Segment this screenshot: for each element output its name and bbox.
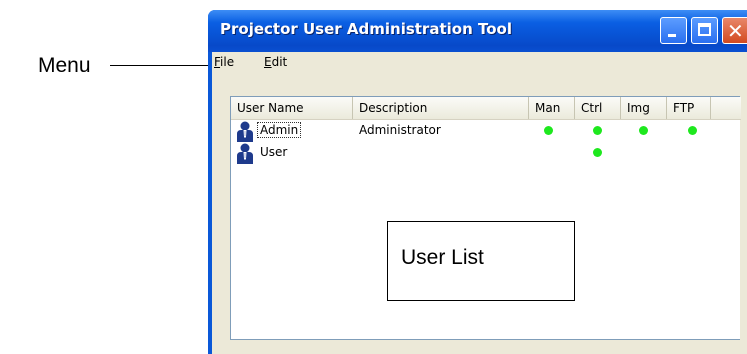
close-button[interactable]: ✕ xyxy=(722,17,747,44)
user-list-callout-label: User List xyxy=(401,246,484,269)
permission-man-indicator xyxy=(544,126,553,135)
permission-ctrl-indicator xyxy=(593,148,602,157)
user-name-cell: Admin xyxy=(256,122,302,138)
window-title: Projector User Administration Tool xyxy=(220,20,512,38)
close-icon: ✕ xyxy=(727,19,744,43)
list-header: User Name Description Man Ctrl Img FTP xyxy=(231,97,741,120)
column-header-img[interactable]: Img xyxy=(621,97,667,119)
menu-file[interactable]: File xyxy=(214,55,234,69)
menu-callout-label: Menu xyxy=(38,54,91,77)
description-cell: Administrator xyxy=(359,123,441,137)
column-header-ctrl[interactable]: Ctrl xyxy=(575,97,621,119)
user-name-cell: User xyxy=(260,145,288,159)
menu-file-label: ile xyxy=(220,55,235,69)
minimize-icon xyxy=(668,34,676,37)
menu-edit[interactable]: Edit xyxy=(264,55,287,69)
minimize-button[interactable] xyxy=(660,17,687,44)
menu-edit-mnemonic: E xyxy=(264,55,272,69)
column-header-man[interactable]: Man xyxy=(529,97,575,119)
user-list[interactable]: User Name Description Man Ctrl Img FTP A… xyxy=(230,96,741,340)
user-icon xyxy=(237,121,253,142)
column-header-user-name[interactable]: User Name xyxy=(231,97,353,119)
menu-edit-label: dit xyxy=(271,55,288,69)
column-header-ftp[interactable]: FTP xyxy=(667,97,711,119)
permission-img-indicator xyxy=(639,126,648,135)
user-list-callout-box: User List xyxy=(387,221,575,301)
maximize-icon xyxy=(698,23,711,36)
menu-callout-line xyxy=(110,65,213,66)
column-header-description[interactable]: Description xyxy=(353,97,529,119)
list-item[interactable]: User xyxy=(231,142,741,164)
permission-ftp-indicator xyxy=(688,126,697,135)
window-client-area: File Edit User Name Description Man Ctrl… xyxy=(212,52,747,354)
maximize-button[interactable] xyxy=(691,17,718,44)
user-icon xyxy=(237,143,253,164)
menu-bar: File Edit xyxy=(212,52,747,74)
title-bar[interactable]: Projector User Administration Tool ✕ xyxy=(208,10,747,52)
permission-ctrl-indicator xyxy=(593,126,602,135)
app-window: Projector User Administration Tool ✕ Fil… xyxy=(208,10,747,354)
list-item[interactable]: Admin Administrator xyxy=(231,120,741,142)
